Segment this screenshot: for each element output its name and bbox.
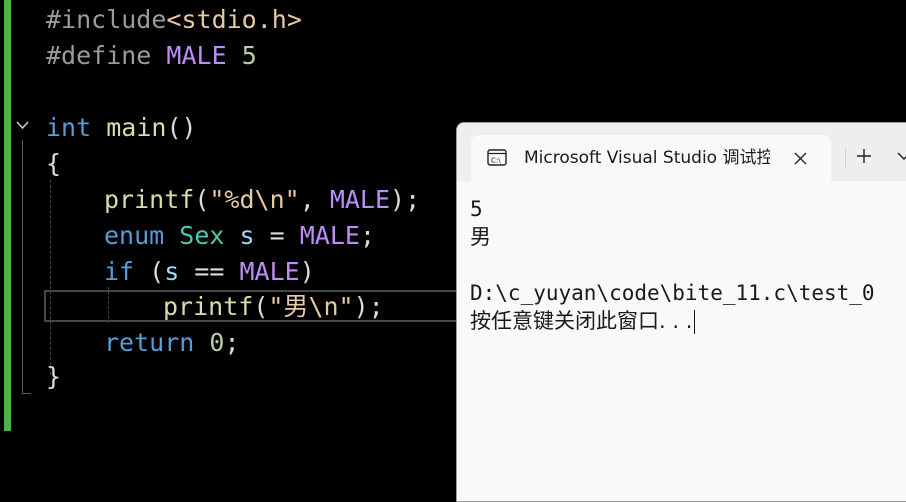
output-line: 按任意键关闭此窗口. . . — [470, 309, 693, 333]
token: if — [104, 257, 135, 286]
fold-guide-end — [22, 393, 31, 394]
token: } — [46, 362, 62, 391]
output-line-with-caret: 按任意键关闭此窗口. . . — [470, 307, 696, 335]
code-line-7[interactable]: enum Sex s = MALE; — [104, 218, 375, 254]
code-line-11[interactable]: } — [46, 359, 61, 395]
token: #include — [46, 5, 167, 34]
token: MALE — [329, 185, 391, 214]
indent-guide — [50, 180, 51, 375]
close-icon[interactable] — [789, 147, 811, 169]
token: ); — [390, 185, 421, 214]
token: "%d — [209, 185, 255, 214]
token: enum — [104, 221, 165, 250]
token: ( — [253, 292, 269, 321]
tab-title: Microsoft Visual Studio 调试控制台 — [524, 148, 770, 168]
token: int — [46, 113, 92, 142]
code-line-5[interactable]: { — [46, 146, 61, 182]
output-line: 5 — [470, 197, 483, 221]
change-tracking-bar — [4, 0, 11, 431]
output-line: D:\c_yuyan\code\bite_11.c\test_0 — [470, 281, 875, 305]
code-line-10[interactable]: return 0; — [104, 325, 240, 361]
collapse-icon[interactable] — [15, 118, 30, 133]
token: ; — [224, 328, 240, 357]
token: ; — [359, 221, 375, 250]
text-caret — [694, 310, 696, 334]
token: \n — [254, 185, 285, 214]
token: Sex — [179, 221, 225, 250]
output-line: 男 — [470, 225, 491, 249]
token: <stdio.h> — [166, 5, 302, 34]
token: == — [179, 257, 240, 286]
token: ) — [299, 257, 315, 286]
tab-strip: C:\ Microsoft Visual Studio 调试控制台 — [457, 123, 906, 181]
tab-separator — [845, 147, 846, 169]
token: " — [338, 292, 354, 321]
code-line-6[interactable]: printf("%d\n", MALE); — [104, 182, 420, 218]
token: "男 — [268, 292, 309, 321]
code-line-8[interactable]: if (s == MALE) — [104, 254, 315, 290]
token: main — [106, 113, 167, 142]
token: ( — [194, 185, 210, 214]
token: printf — [104, 185, 195, 214]
token: s — [239, 221, 255, 250]
token: ); — [353, 292, 384, 321]
code-line-4[interactable]: int main() — [46, 110, 197, 146]
token: MALE — [299, 221, 360, 250]
svg-text:C:\: C:\ — [491, 157, 501, 165]
token: 0 — [209, 328, 225, 357]
token: , — [299, 185, 330, 214]
chevron-down-icon[interactable] — [897, 145, 906, 167]
token: #define — [46, 41, 152, 70]
fold-guide-line — [22, 140, 23, 394]
token: MALE — [239, 257, 300, 286]
token: () — [166, 113, 197, 142]
console-app-icon: C:\ — [487, 149, 507, 166]
token: 5 — [241, 41, 257, 70]
token: \n — [308, 292, 339, 321]
code-line-2[interactable]: #define MALE 5 — [46, 38, 257, 74]
token: ( — [134, 257, 165, 286]
token: { — [46, 149, 62, 178]
debug-console-window[interactable]: C:\ Microsoft Visual Studio 调试控制台 5 男 D:… — [456, 122, 906, 502]
console-tab[interactable]: C:\ Microsoft Visual Studio 调试控制台 — [471, 135, 831, 181]
token: s — [164, 257, 180, 286]
token: MALE — [166, 41, 227, 70]
code-line-1[interactable]: #include<stdio.h> — [46, 2, 302, 38]
code-line-9[interactable]: printf("男\n"); — [163, 289, 384, 325]
token: printf — [163, 292, 254, 321]
plus-icon[interactable] — [853, 145, 875, 167]
token: = — [254, 221, 300, 250]
console-output-area[interactable]: 5 男 D:\c_yuyan\code\bite_11.c\test_0 按任意… — [457, 181, 906, 501]
token: " — [284, 185, 300, 214]
token: return — [104, 328, 195, 357]
